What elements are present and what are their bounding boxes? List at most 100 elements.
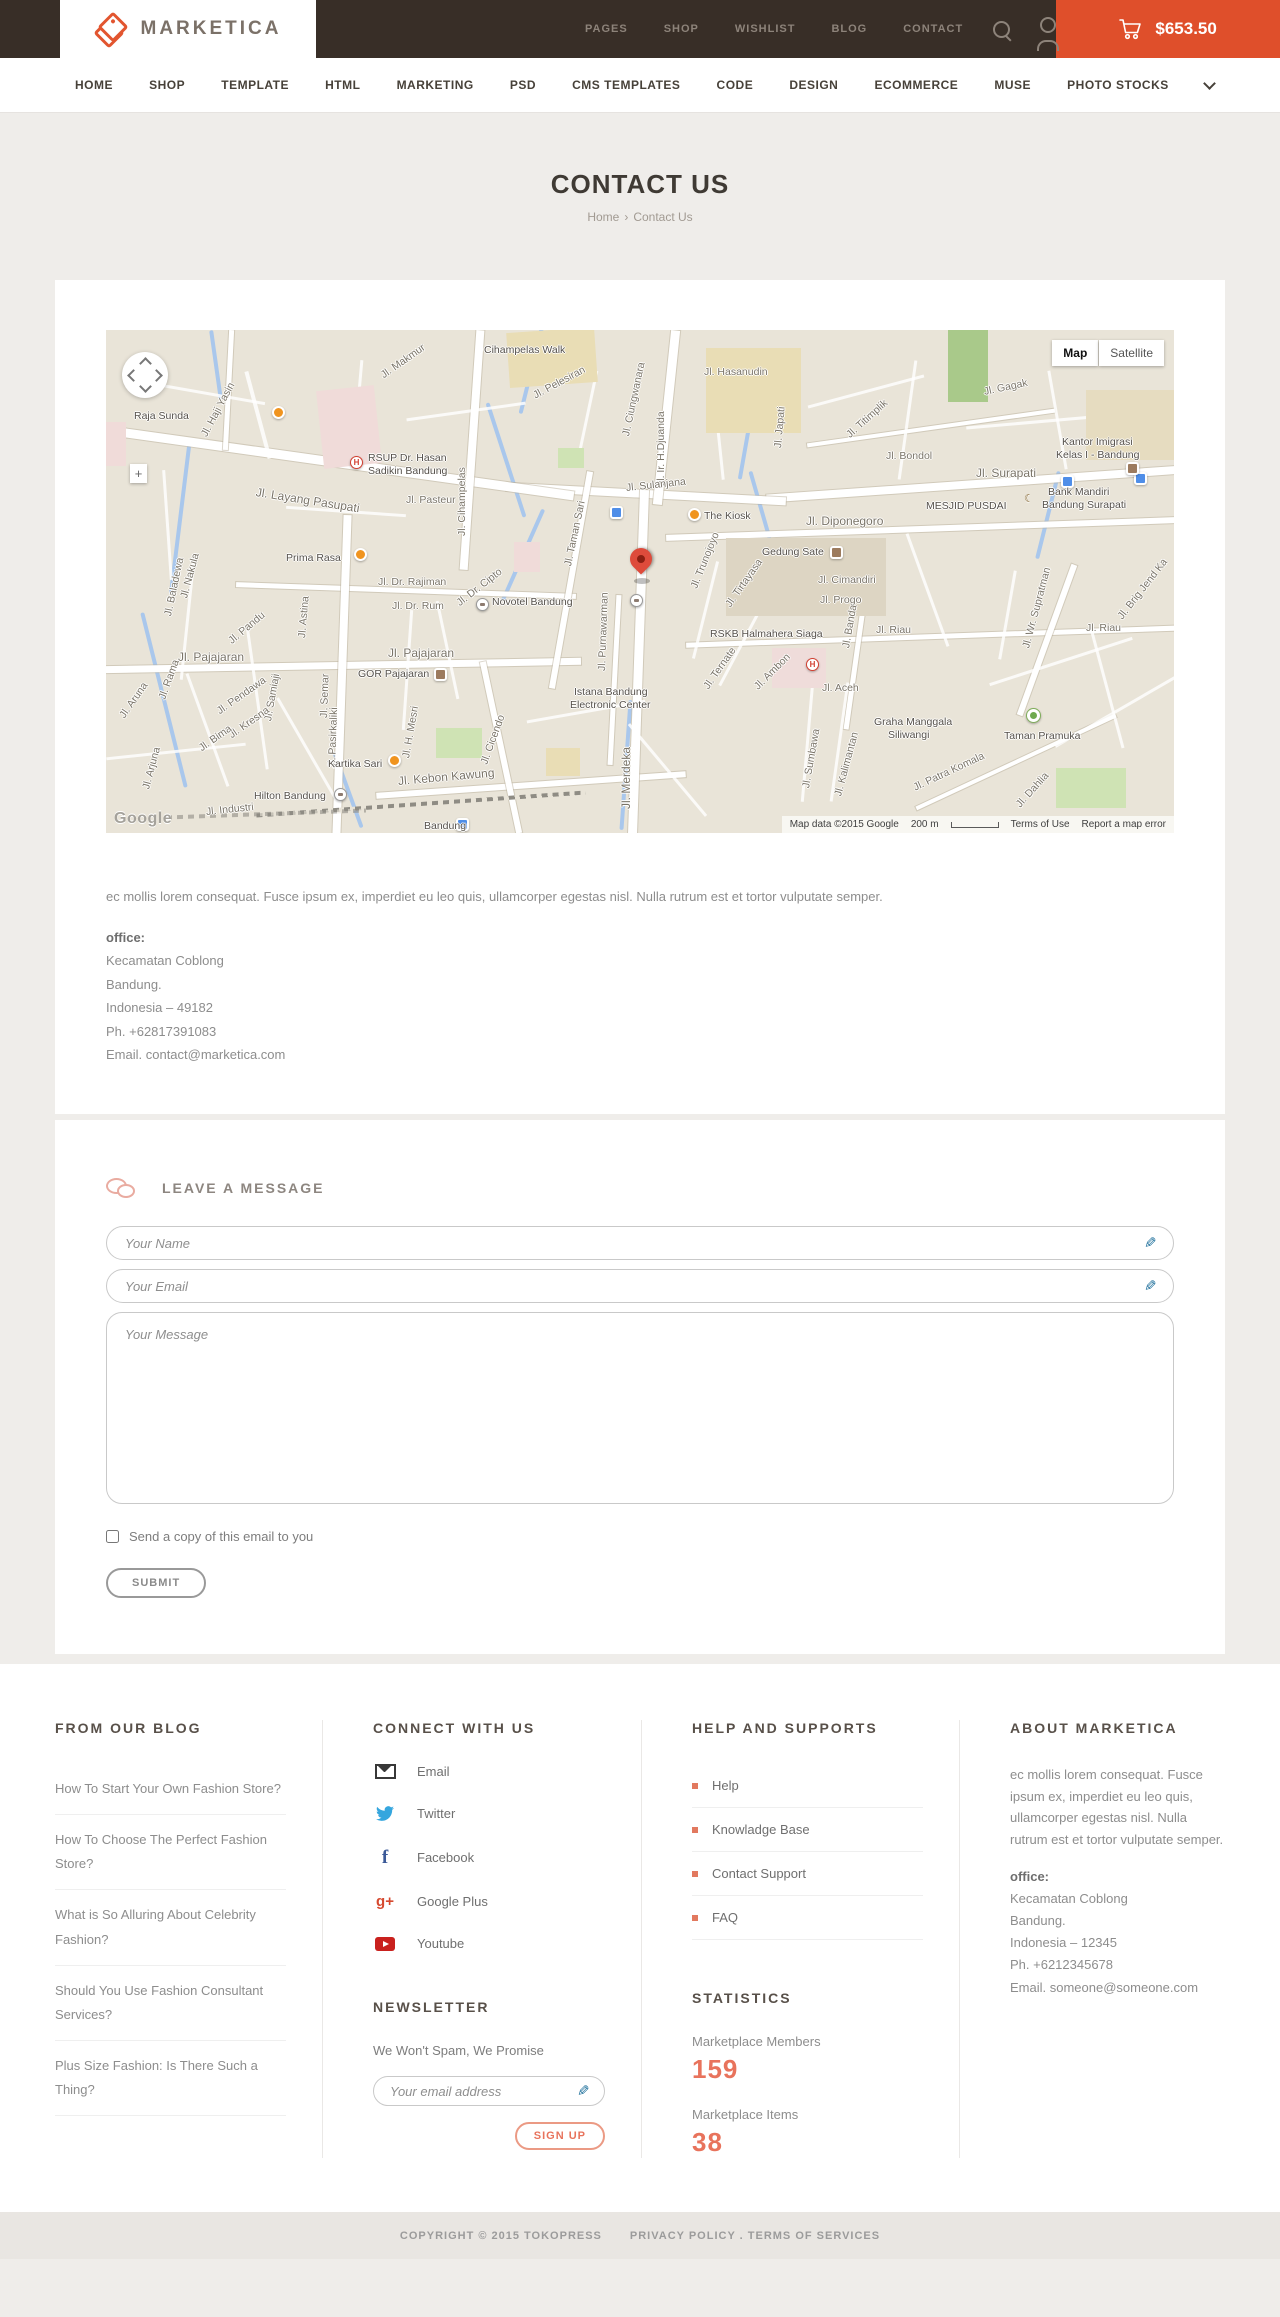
nav-home[interactable]: HOME [75, 78, 113, 92]
google-plus-icon: g+ [376, 1893, 394, 1911]
hotel-icon [334, 788, 347, 801]
office-line: Ph. +6212345678 [1010, 1957, 1114, 1973]
map-pan-control[interactable] [122, 352, 168, 398]
nav-ecommerce[interactable]: ECOMMERCE [874, 78, 958, 92]
blog-link[interactable]: Should You Use Fashion Consultant Servic… [55, 1966, 286, 2041]
map-water [748, 470, 772, 540]
chat-bubbles-icon [106, 1176, 138, 1200]
connect-heading: CONNECT WITH US [373, 1720, 536, 1737]
nav-psd[interactable]: PSD [510, 78, 536, 92]
map-label: Kelas I - Bandung [1056, 449, 1140, 461]
map-label: Jl. Brig Jend Ka [1115, 556, 1171, 622]
map-label: Jl. Sumbawa [800, 727, 823, 790]
help-link[interactable]: FAQ [692, 1896, 923, 1941]
top-nav-contact[interactable]: CONTACT [903, 23, 963, 35]
map-label: Jl. Surapati [976, 466, 1037, 480]
twitter-icon [373, 1806, 397, 1822]
office-line: Kecamatan Coblong [1010, 1891, 1128, 1907]
satellite-view-button[interactable]: Satellite [1099, 340, 1164, 366]
cart-button[interactable]: $653.50 [1056, 0, 1280, 58]
brand-tag-icon [92, 11, 129, 49]
map-label: Istana Bandung [574, 686, 648, 698]
office-line: Indonesia – 49182 [106, 1000, 213, 1016]
submit-button[interactable]: SUBMIT [106, 1568, 207, 1599]
help-link[interactable]: Contact Support [692, 1852, 923, 1897]
map-label: Graha Manggala [874, 716, 953, 728]
social-link-facebook[interactable]: f Facebook [373, 1848, 605, 1867]
logo[interactable]: MARKETICA [60, 0, 316, 58]
nav-shop[interactable]: SHOP [149, 78, 185, 92]
message-textarea[interactable] [106, 1312, 1174, 1505]
top-nav-shop[interactable]: SHOP [664, 23, 699, 35]
map-label: Jl. Dr. Rum [392, 600, 444, 612]
bullet-icon [692, 1870, 698, 1877]
nav-marketing[interactable]: MARKETING [397, 78, 474, 92]
pen-icon: ✎ [577, 2083, 590, 2101]
map-pin [625, 543, 657, 575]
map-label: Jl. Kresna [226, 704, 272, 741]
map-label: Electronic Center [570, 699, 651, 711]
nav-html[interactable]: HTML [325, 78, 360, 92]
newsletter-email-input[interactable] [388, 2082, 578, 2100]
blog-link[interactable]: How To Choose The Perfect Fashion Store? [55, 1815, 286, 1891]
map-road [806, 408, 1056, 448]
blog-link[interactable]: Plus Size Fashion: Is There Such a Thing… [55, 2041, 286, 2116]
report-map-error-link[interactable]: Report a map error [1082, 819, 1166, 830]
top-nav-wishlist[interactable]: WISHLIST [735, 23, 796, 35]
map-type-buttons: Map Satellite [1052, 340, 1164, 366]
restaurant-icon [688, 508, 701, 521]
map-label: Jl. Layang Pasupati [254, 485, 361, 516]
map-label: Jl. Patra Komala [911, 750, 987, 794]
restaurant-icon [272, 406, 285, 419]
map-area-patch [106, 422, 126, 466]
newsletter-field-wrap: ✎ [373, 2076, 605, 2107]
copyright-bar: COPYRIGHT © 2015 TOKOPRESS PRIVACY POLIC… [0, 2212, 1280, 2260]
footer: FROM OUR BLOG How To Start Your Own Fash… [0, 1664, 1280, 2213]
blog-link[interactable]: How To Start Your Own Fashion Store? [55, 1764, 286, 1816]
blog-link[interactable]: What is So Alluring About Celebrity Fash… [55, 1890, 286, 1966]
map-label: Raja Sunda [134, 410, 189, 422]
map-view-button[interactable]: Map [1052, 340, 1099, 366]
form-heading-row: LEAVE A MESSAGE [106, 1176, 1174, 1200]
map-label: Jl. Dr. Rajiman [378, 576, 447, 588]
name-input[interactable] [123, 1234, 1145, 1252]
help-link[interactable]: Knowladge Base [692, 1808, 923, 1853]
map-road [162, 470, 173, 580]
nav-muse[interactable]: MUSE [994, 78, 1031, 92]
top-nav-blog[interactable]: BLOG [831, 23, 867, 35]
signup-button[interactable]: SIGN UP [514, 2122, 605, 2151]
nav-design[interactable]: DESIGN [789, 78, 838, 92]
user-account-icon[interactable] [1040, 17, 1057, 33]
social-link-youtube[interactable]: Youtube [373, 1936, 605, 1951]
terms-of-use-link[interactable]: Terms of Use [1011, 819, 1070, 830]
send-copy-checkbox[interactable] [106, 1530, 119, 1544]
nav-template[interactable]: TEMPLATE [221, 78, 289, 92]
map-area-patch [1056, 768, 1126, 808]
search-icon[interactable] [993, 20, 1011, 38]
top-nav: PAGES SHOP WISHLIST BLOG CONTACT [585, 23, 963, 35]
map-road [576, 370, 599, 460]
map-road [989, 636, 1133, 687]
social-link-twitter[interactable]: Twitter [373, 1806, 605, 1821]
hospital-icon: H [350, 456, 363, 469]
breadcrumb-home[interactable]: Home [587, 210, 619, 224]
map-zoom-in-button[interactable]: + [130, 464, 147, 483]
office-line: Bandung. [1010, 1913, 1066, 1929]
statistics-heading: STATISTICS [692, 1990, 792, 2007]
email-input[interactable] [123, 1277, 1145, 1295]
social-link-google-plus[interactable]: g+ Google Plus [373, 1894, 605, 1909]
footer-links[interactable]: PRIVACY POLICY . TERMS OF SERVICES [630, 2230, 880, 2242]
contact-info-card: H H ☾ + Map Satellite Google Map data ©2… [55, 280, 1225, 1115]
message-form-card: LEAVE A MESSAGE ✎ ✎ Send a copy of this … [55, 1120, 1225, 1655]
social-link-email[interactable]: Email [373, 1764, 605, 1780]
chevron-down-icon[interactable] [1202, 76, 1216, 90]
map-road [406, 401, 526, 422]
office-line: Ph. +62817391083 [106, 1023, 217, 1039]
nav-code[interactable]: CODE [717, 78, 754, 92]
nav-cms-templates[interactable]: CMS TEMPLATES [572, 78, 680, 92]
google-map[interactable]: H H ☾ + Map Satellite Google Map data ©2… [106, 330, 1174, 833]
pen-icon: ✎ [1144, 1235, 1157, 1253]
top-nav-pages[interactable]: PAGES [585, 23, 628, 35]
nav-photo-stocks[interactable]: PHOTO STOCKS [1067, 78, 1169, 92]
help-link[interactable]: Help [692, 1764, 923, 1809]
